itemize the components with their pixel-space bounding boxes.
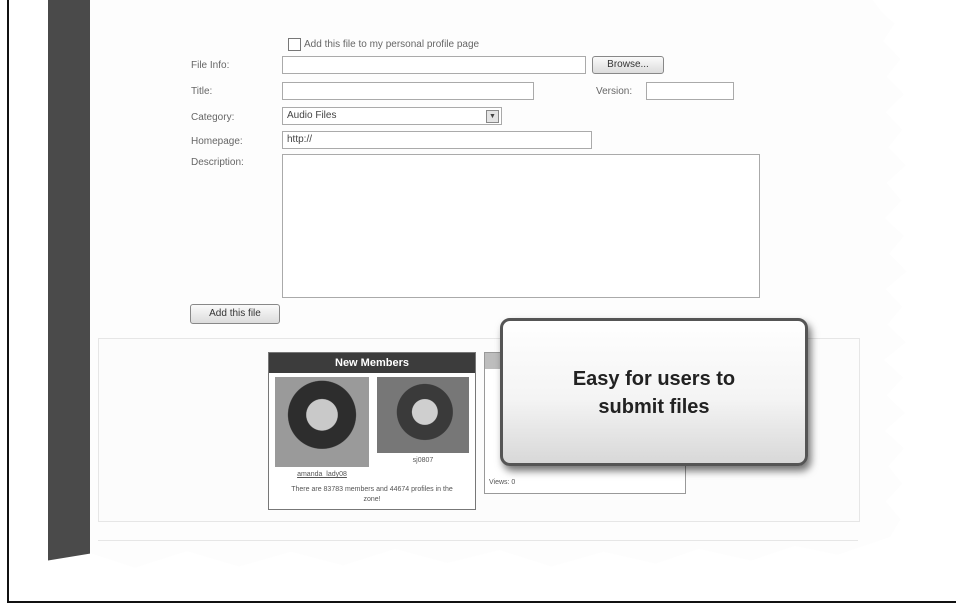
member-1-name-link[interactable]: amanda_lady08	[275, 471, 369, 478]
new-members-box: New Members amanda_lady08 sj0807 There a…	[268, 352, 476, 510]
page-left-sidebar-strip	[48, 0, 90, 568]
add-file-button[interactable]: Add this file	[190, 304, 280, 324]
title-label: Title:	[191, 86, 213, 97]
description-label: Description:	[191, 157, 244, 168]
callout-line-1: Easy for users to	[572, 368, 736, 390]
member-photo-2[interactable]	[377, 377, 469, 453]
category-select[interactable]: Audio Files ▼	[282, 107, 502, 125]
secondary-list-footer: Views: 0	[489, 479, 516, 486]
profile-page-checkbox-label: Add this file to my personal profile pag…	[304, 39, 480, 50]
profile-page-checkbox[interactable]	[288, 38, 301, 51]
homepage-input-value: http://	[287, 134, 313, 145]
torn-page: Add this file to my personal profile pag…	[48, 0, 907, 568]
browse-button[interactable]: Browse...	[592, 56, 664, 74]
version-input[interactable]	[646, 82, 734, 100]
category-selected-value: Audio Files	[287, 110, 337, 121]
category-label: Category:	[191, 112, 235, 123]
version-label: Version:	[596, 86, 633, 97]
callout-text: Easy for users to submit files	[503, 365, 805, 421]
homepage-label: Homepage:	[191, 136, 243, 147]
file-label: File Info:	[191, 60, 230, 71]
callout-line-2: submit files	[598, 396, 710, 418]
description-textarea[interactable]	[282, 154, 760, 298]
member-photo-1[interactable]	[275, 377, 369, 467]
file-input[interactable]	[282, 56, 586, 74]
annotation-callout: Easy for users to submit files	[500, 318, 808, 466]
members-summary-text: There are 83783 members and 44674 profil…	[291, 486, 453, 503]
homepage-input[interactable]: http://	[282, 131, 592, 149]
new-members-title: New Members	[269, 353, 475, 373]
member-2-name-link[interactable]: sj0807	[377, 457, 469, 464]
bottom-divider	[98, 540, 858, 541]
title-input[interactable]	[282, 82, 534, 100]
frame-left-border	[7, 0, 9, 603]
dropdown-arrow-icon: ▼	[486, 110, 499, 123]
